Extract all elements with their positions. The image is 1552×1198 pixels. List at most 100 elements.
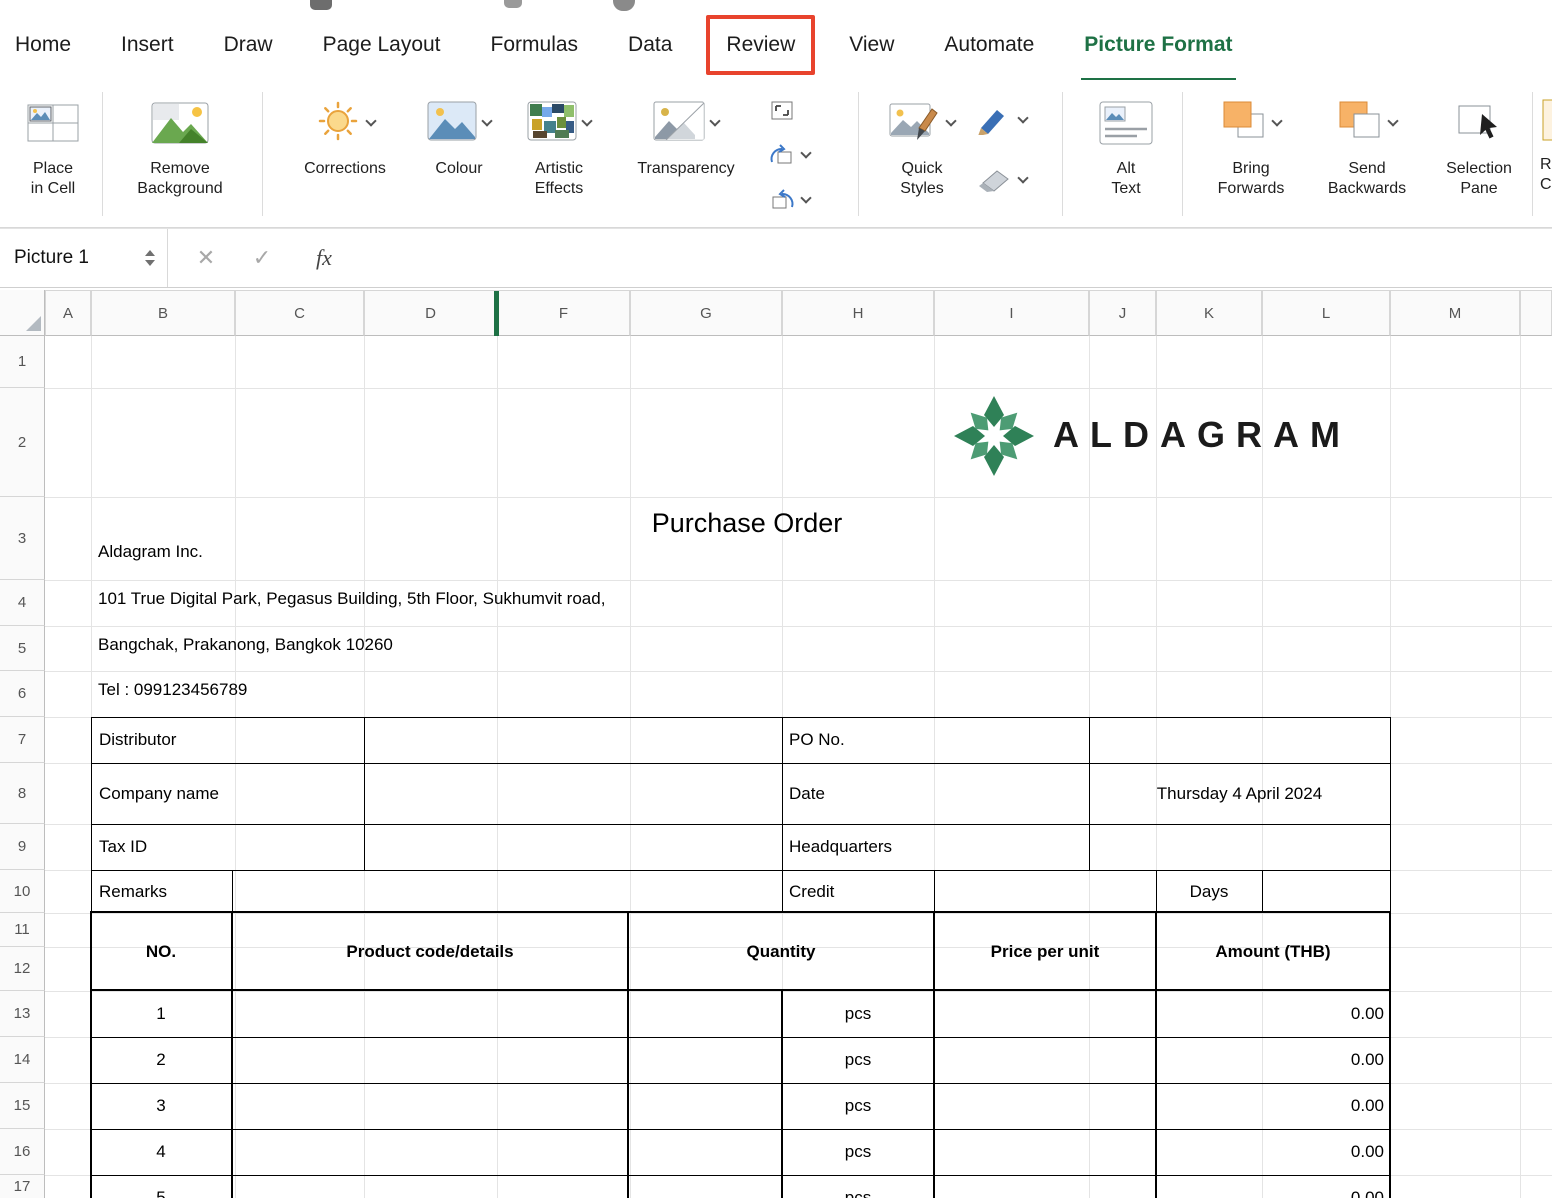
stepper-up-icon[interactable] xyxy=(145,250,155,256)
item-row-no[interactable]: 5 xyxy=(91,1175,231,1198)
col-header-G[interactable]: G xyxy=(630,290,782,336)
col-header-B[interactable]: B xyxy=(91,290,235,336)
cell-phone[interactable]: Tel : 099123456789 xyxy=(98,680,247,700)
chevron-down-icon[interactable] xyxy=(1271,115,1282,126)
chevron-down-icon[interactable] xyxy=(800,147,811,158)
item-row-no[interactable]: 4 xyxy=(91,1129,231,1175)
chevron-down-icon[interactable] xyxy=(365,115,376,126)
item-row-amount[interactable]: 0.00 xyxy=(1156,1129,1384,1175)
row-header-9[interactable]: 9 xyxy=(0,824,45,870)
cancel-icon[interactable]: ✕ xyxy=(184,229,228,287)
hidden-column-indicator[interactable] xyxy=(494,291,499,336)
titlebar-fragment-icon[interactable] xyxy=(504,0,522,8)
enter-icon[interactable]: ✓ xyxy=(240,229,284,287)
row-header-15[interactable]: 15 xyxy=(0,1083,45,1129)
tab-page-layout[interactable]: Page Layout xyxy=(323,33,441,57)
table-header-price[interactable]: Price per unit xyxy=(934,913,1156,991)
col-header-L[interactable]: L xyxy=(1262,290,1390,336)
insert-function-icon[interactable]: fx xyxy=(300,229,348,287)
row-header-16[interactable]: 16 xyxy=(0,1129,45,1175)
row-header-6[interactable]: 6 xyxy=(0,671,45,717)
col-header-J[interactable]: J xyxy=(1089,290,1156,336)
col-header-A[interactable]: A xyxy=(45,290,91,336)
transparency-button[interactable]: Transparency xyxy=(616,92,756,179)
chevron-down-icon[interactable] xyxy=(945,115,956,126)
chevron-down-icon[interactable] xyxy=(800,192,811,203)
col-header-partial[interactable] xyxy=(1520,290,1552,336)
cell-address-line2[interactable]: Bangchak, Prakanong, Bangkok 10260 xyxy=(98,635,393,655)
formula-input[interactable] xyxy=(360,229,1552,287)
tab-formulas[interactable]: Formulas xyxy=(491,33,579,57)
label-remarks[interactable]: Remarks xyxy=(99,870,167,913)
item-row-amount[interactable]: 0.00 xyxy=(1156,1083,1384,1129)
row-header-14[interactable]: 14 xyxy=(0,1037,45,1083)
tab-picture-format-active[interactable]: Picture Format xyxy=(1084,33,1232,57)
item-row-unit[interactable]: pcs xyxy=(782,991,934,1037)
quick-styles-button[interactable]: Quick Styles xyxy=(872,92,972,199)
chevron-down-icon[interactable] xyxy=(481,115,492,126)
row-header-5[interactable]: 5 xyxy=(0,626,45,671)
col-header-K[interactable]: K xyxy=(1156,290,1262,336)
tab-home[interactable]: Home xyxy=(15,33,71,57)
bring-forwards-button[interactable]: Bring Forwards xyxy=(1202,92,1300,199)
picture-effects-eraser-button[interactable] xyxy=(976,150,1027,210)
row-header-7[interactable]: 7 xyxy=(0,717,45,763)
titlebar-fragment-icon[interactable] xyxy=(613,0,635,11)
alt-text-button[interactable]: Alt Text xyxy=(1086,92,1166,199)
chevron-down-icon[interactable] xyxy=(581,115,592,126)
label-credit[interactable]: Credit xyxy=(789,870,834,913)
row-header-17[interactable]: 17 xyxy=(0,1175,45,1198)
item-row-unit[interactable]: pcs xyxy=(782,1175,934,1198)
picture-border-pen-button[interactable] xyxy=(976,90,1027,150)
table-header-amount[interactable]: Amount (THB) xyxy=(1156,913,1390,991)
tab-view[interactable]: View xyxy=(849,33,894,57)
row-header-8[interactable]: 8 xyxy=(0,763,45,824)
name-box[interactable]: Picture 1 xyxy=(0,229,168,287)
stepper-down-icon[interactable] xyxy=(145,260,155,266)
tab-insert[interactable]: Insert xyxy=(121,33,174,57)
item-row-no[interactable]: 2 xyxy=(91,1037,231,1083)
tab-data[interactable]: Data xyxy=(628,33,672,57)
item-row-amount[interactable]: 0.00 xyxy=(1156,991,1384,1037)
chevron-down-icon[interactable] xyxy=(1017,112,1028,123)
artistic-effects-button[interactable]: Artistic Effects xyxy=(512,92,606,199)
label-days[interactable]: Days xyxy=(1156,870,1262,913)
row-header-13[interactable]: 13 xyxy=(0,991,45,1037)
item-row-no[interactable]: 3 xyxy=(91,1083,231,1129)
remove-background-button[interactable]: Remove Background xyxy=(112,92,248,199)
corrections-button[interactable]: Corrections xyxy=(283,92,407,179)
col-header-I[interactable]: I xyxy=(934,290,1089,336)
label-headquarters[interactable]: Headquarters xyxy=(789,824,892,870)
table-header-product[interactable]: Product code/details xyxy=(232,913,628,991)
col-header-F[interactable]: F xyxy=(497,290,630,336)
row-header-3[interactable]: 3 xyxy=(0,497,45,580)
clipped-ribbon-button[interactable]: R C xyxy=(1540,94,1552,195)
tab-draw[interactable]: Draw xyxy=(224,33,273,57)
chevron-down-icon[interactable] xyxy=(1387,115,1398,126)
label-po-no[interactable]: PO No. xyxy=(789,717,845,763)
label-distributor[interactable]: Distributor xyxy=(99,717,176,763)
item-row-unit[interactable]: pcs xyxy=(782,1083,934,1129)
aldagram-logo-icon[interactable] xyxy=(950,392,1038,480)
chevron-down-icon[interactable] xyxy=(1017,172,1028,183)
row-header-4[interactable]: 4 xyxy=(0,580,45,626)
item-row-amount[interactable]: 0.00 xyxy=(1156,1037,1384,1083)
col-header-C[interactable]: C xyxy=(235,290,364,336)
item-row-unit[interactable]: pcs xyxy=(782,1129,934,1175)
col-header-M[interactable]: M xyxy=(1390,290,1520,336)
document-title[interactable]: Purchase Order xyxy=(497,508,997,539)
label-date[interactable]: Date xyxy=(789,763,825,824)
item-row-unit[interactable]: pcs xyxy=(782,1037,934,1083)
row-header-12[interactable]: 12 xyxy=(0,947,45,991)
col-header-D[interactable]: D xyxy=(364,290,497,336)
name-box-stepper[interactable] xyxy=(145,250,155,266)
row-header-10[interactable]: 10 xyxy=(0,870,45,913)
send-backwards-button[interactable]: Send Backwards xyxy=(1312,92,1422,199)
place-in-cell-button[interactable]: Place in Cell xyxy=(12,92,94,199)
label-tax-id[interactable]: Tax ID xyxy=(99,824,147,870)
cell-address-line1[interactable]: 101 True Digital Park, Pegasus Building,… xyxy=(98,589,605,609)
row-header-1[interactable]: 1 xyxy=(0,336,45,388)
selection-pane-button[interactable]: Selection Pane xyxy=(1432,92,1526,199)
aldagram-logo-text[interactable]: ALDAGRAM xyxy=(1053,414,1351,456)
colour-button[interactable]: Colour xyxy=(415,92,503,179)
